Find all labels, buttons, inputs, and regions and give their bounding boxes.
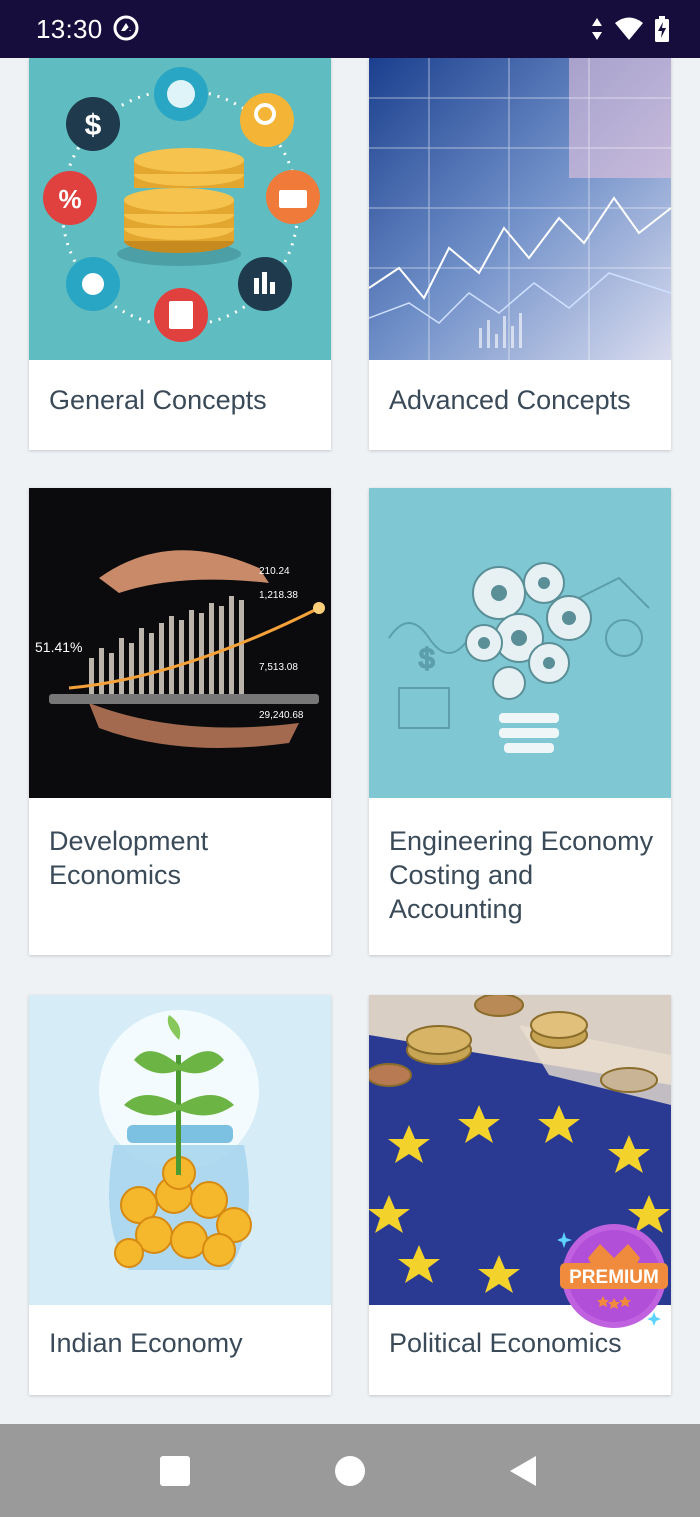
development-economics-image: 51.41% 210.24 1,218.38 7,513.08 29,240.6… bbox=[29, 488, 331, 798]
svg-text:29,240.68: 29,240.68 bbox=[259, 710, 304, 721]
category-card-engineering-economy[interactable]: $ Engineering Economy Costing and Accoun… bbox=[369, 488, 671, 955]
battery-charging-icon bbox=[655, 16, 669, 42]
svg-text:$: $ bbox=[85, 109, 102, 142]
svg-text:%: % bbox=[58, 184, 81, 214]
svg-text:210.24: 210.24 bbox=[259, 566, 290, 577]
general-concepts-image: $ % bbox=[29, 58, 331, 360]
premium-label: PREMIUM bbox=[569, 1267, 659, 1288]
back-button[interactable] bbox=[506, 1454, 540, 1488]
vpn-icon bbox=[113, 15, 139, 41]
home-button[interactable] bbox=[333, 1454, 367, 1488]
status-time: 13:30 bbox=[36, 14, 103, 44]
navigation-bar bbox=[0, 1424, 700, 1517]
card-label: Indian Economy bbox=[49, 1328, 243, 1358]
card-label: Development Economics bbox=[49, 826, 209, 890]
category-card-advanced-concepts[interactable]: Advanced Concepts bbox=[369, 58, 671, 450]
category-card-indian-economy[interactable]: Indian Economy bbox=[29, 995, 331, 1395]
svg-text:1,218.38: 1,218.38 bbox=[259, 590, 298, 601]
data-arrows-icon bbox=[592, 18, 602, 40]
status-icons bbox=[590, 14, 670, 44]
engineering-economy-image: $ bbox=[369, 488, 671, 798]
recents-button[interactable] bbox=[158, 1454, 192, 1488]
card-label: Advanced Concepts bbox=[389, 385, 631, 415]
category-card-political-economics[interactable]: Political Economics bbox=[369, 995, 671, 1395]
advanced-concepts-image bbox=[369, 58, 671, 360]
premium-badge[interactable]: PREMIUM bbox=[556, 1218, 672, 1332]
status-bar: 13:30 bbox=[0, 0, 700, 58]
svg-text:51.41%: 51.41% bbox=[35, 639, 82, 655]
category-card-development-economics[interactable]: 51.41% 210.24 1,218.38 7,513.08 29,240.6… bbox=[29, 488, 331, 955]
wifi-icon bbox=[615, 17, 643, 40]
card-label: Engineering Economy Costing and Accounti… bbox=[389, 826, 654, 924]
card-label: General Concepts bbox=[49, 385, 267, 415]
category-card-general-concepts[interactable]: $ % General Concepts bbox=[29, 58, 331, 450]
premium-crown-icon: PREMIUM bbox=[556, 1224, 668, 1328]
svg-text:7,513.08: 7,513.08 bbox=[259, 662, 298, 673]
svg-text:$: $ bbox=[419, 643, 435, 674]
indian-economy-image bbox=[29, 995, 331, 1305]
